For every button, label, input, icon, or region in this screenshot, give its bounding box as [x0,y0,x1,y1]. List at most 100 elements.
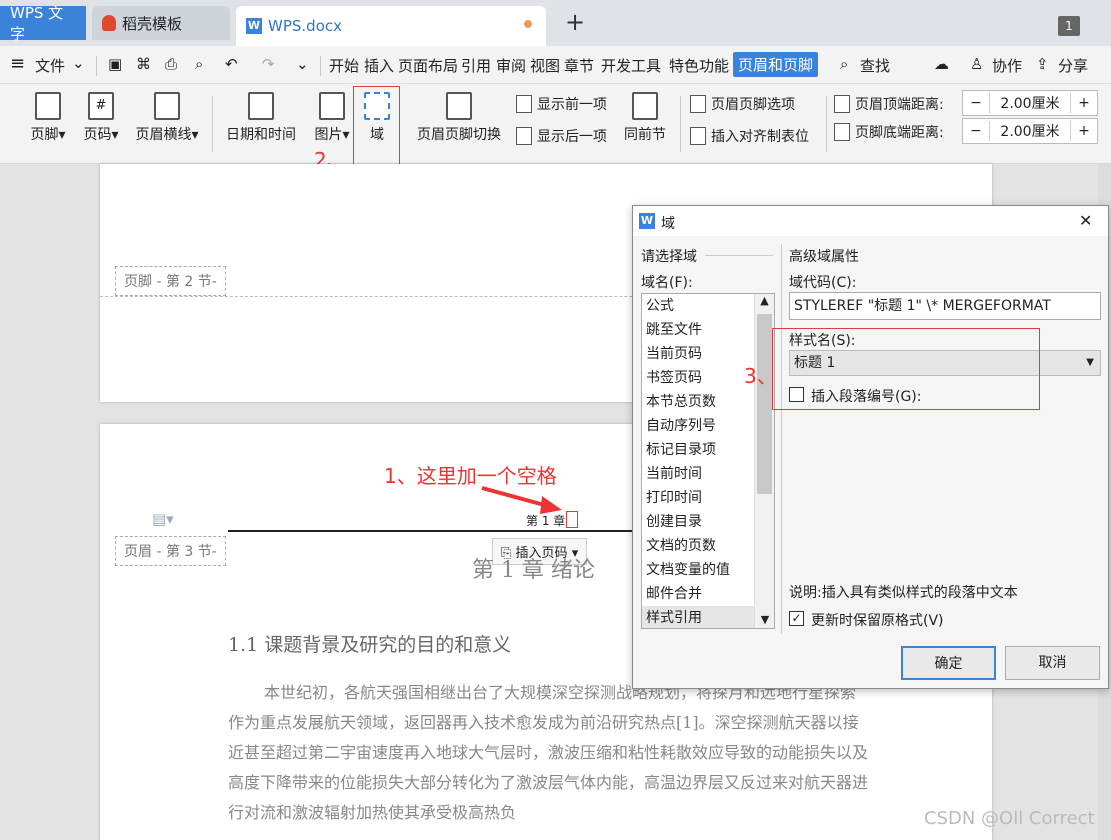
menu-file[interactable]: 文件 [35,55,65,76]
body-paragraph: 本世纪初，各航天强国相继出台了大规模深空探测战略规划，将探月和远地行星探索作为重… [228,683,869,822]
ok-button[interactable]: 确定 [901,646,996,680]
chevron-up-icon[interactable]: ▲ [755,294,774,307]
menu-collab[interactable]: 协作 [992,55,1022,76]
pagenum-icon: # [88,92,114,120]
field-dialog: W 域 ✕ 请选择域 域名(F): 公式 跳至文件 当前页码 书签页码 本节总页… [632,205,1109,689]
menu-share[interactable]: 分享 [1058,55,1088,76]
menu-bar: ≡ 文件 ⌄ ▣ ⌘ ⎙ ⌕ ↶ ↷ ⌄ 开始 插入 页面布局 引用 审阅 视图… [0,46,1111,84]
menu-page-layout[interactable]: 页面布局 [398,55,458,76]
unsaved-dot-icon [524,20,532,28]
list-scrollbar[interactable]: ▲ ▼ [754,294,774,628]
tab-label: 稻壳模板 [122,14,183,33]
cancel-button[interactable]: 取消 [1005,646,1100,680]
show-prev-button[interactable]: 显示前一项 [516,94,607,114]
datetime-button[interactable]: 日期和时间 [222,92,300,144]
print-icon[interactable]: ⎙ [165,55,177,73]
menu-review[interactable]: 审阅 [496,55,526,76]
align-tab-icon [690,127,706,145]
picture-button[interactable]: 图片▾ [310,92,354,144]
menu-insert[interactable]: 插入 [364,55,394,76]
calendar-icon [248,92,274,120]
section-title: 1.1 课题背景及研究的目的和意义 [228,634,512,656]
footer-bottom-distance-label: 页脚底端距离: [834,122,944,142]
description-text: 说明:插入具有类似样式的段落中文本 [789,585,1018,601]
tab-bar: WPS 文字 稻壳模板 W WPS.docx + 1 [0,0,1111,46]
header-footer-options-button[interactable]: 页眉页脚选项 [690,94,795,114]
format-painter-icon[interactable]: ⌘ [136,55,151,73]
footer-distance-icon [834,123,850,141]
prev-icon [516,95,532,113]
word-doc-icon: W [246,18,262,34]
keep-format-label: 更新时保留原格式(V) [811,613,944,629]
chevron-down-icon[interactable]: ▼ [755,613,774,626]
header-top-distance-label: 页眉顶端距离: [834,94,944,114]
menu-search[interactable]: 查找 [860,55,890,76]
same-prev-icon [632,92,658,120]
footer-bottom-distance-value[interactable]: 2.00厘米 [989,121,1071,141]
header-options-icon[interactable]: ▤▾ [152,510,174,528]
hamburger-icon[interactable]: ≡ [10,53,25,74]
same-as-prev-button[interactable]: 同前节 [622,92,668,144]
header-top-distance-spinner[interactable]: − 2.00厘米 + [962,90,1098,116]
decrement-button[interactable]: − [963,95,989,111]
header-line-button[interactable]: 页眉横线▾ [130,92,204,144]
customize-toolbar-icon[interactable]: ⌄ [296,55,309,73]
share-icon: ⇪ [1036,55,1049,73]
save-icon[interactable]: ▣ [108,55,122,73]
menu-header-footer[interactable]: 页眉和页脚 [733,52,819,77]
tab-label: WPS.docx [268,17,342,35]
show-next-button[interactable]: 显示后一项 [516,126,607,146]
template-logo-icon [102,15,116,31]
increment-button[interactable]: + [1071,95,1097,111]
picture-icon [319,92,345,120]
menu-view[interactable]: 视图 [530,55,560,76]
decrement-button[interactable]: − [963,123,989,139]
tab-label: WPS 文字 [10,4,64,43]
next-icon [516,127,532,145]
menu-dev-tools[interactable]: 开发工具 [601,55,661,76]
tab-document[interactable]: W WPS.docx [236,6,546,46]
header-top-distance-value[interactable]: 2.00厘米 [989,93,1071,113]
header-tag: 页眉 - 第 3 节- [115,536,226,566]
ribbon-toolbar: 页脚▾ # 页码▾ 页眉横线▾ 日期和时间 图片▾ 域 页眉页脚切换 显示前一项 … [0,84,1111,164]
window-count-badge[interactable]: 1 [1058,16,1080,36]
footer-tag: 页脚 - 第 2 节- [115,266,226,296]
keep-format-checkbox[interactable]: ✓ [789,611,804,626]
print-preview-icon[interactable]: ⌕ [195,55,203,73]
field-code-input[interactable]: STYLEREF "标题 1" \* MERGEFORMAT [789,292,1101,320]
scroll-thumb[interactable] [757,314,772,494]
footer-button[interactable]: 页脚▾ [28,92,68,144]
menu-reference[interactable]: 引用 [461,55,491,76]
field-list[interactable]: 公式 跳至文件 当前页码 书签页码 本节总页数 自动序列号 标记目录项 当前时间… [641,293,775,629]
header-line-icon [154,92,180,120]
tab-wps-writer[interactable]: WPS 文字 [0,4,86,43]
annotation-step3: 3、 [744,364,777,388]
switch-icon [446,92,472,120]
field-code-label: 域代码(C): [789,275,857,291]
insert-align-tab-button[interactable]: 插入对齐制表位 [690,126,809,146]
new-tab-button[interactable]: + [562,8,588,36]
close-icon[interactable]: ✕ [1079,211,1092,230]
menu-special[interactable]: 特色功能 [669,55,729,76]
cloud-icon[interactable]: ☁ [934,55,949,73]
highlight-field-button [353,86,400,168]
menu-start[interactable]: 开始 [329,55,359,76]
tab-template[interactable]: 稻壳模板 [92,6,230,40]
redo-icon[interactable]: ↷ [262,55,275,73]
dialog-titlebar: W 域 ✕ [633,206,1108,236]
header-footer-switch-button[interactable]: 页眉页脚切换 [412,92,506,144]
header-distance-icon [834,95,850,113]
menu-chapter[interactable]: 章节 [564,55,594,76]
dropdown-icon: ▼ [1086,357,1094,368]
highlight-style-section [772,328,1040,410]
undo-icon[interactable]: ↶ [225,55,238,73]
search-icon[interactable]: ⌕ [840,55,848,73]
advanced-props-label: 高级域属性 [789,249,859,265]
chevron-down-icon[interactable]: ⌄ [72,54,85,72]
increment-button[interactable]: + [1071,123,1097,139]
wps-logo-icon: W [639,213,655,229]
pagenum-button[interactable]: # 页码▾ [80,92,122,144]
footer-bottom-distance-spinner[interactable]: − 2.00厘米 + [962,118,1098,144]
dialog-title: 域 [661,216,675,232]
footer-icon [35,92,61,120]
